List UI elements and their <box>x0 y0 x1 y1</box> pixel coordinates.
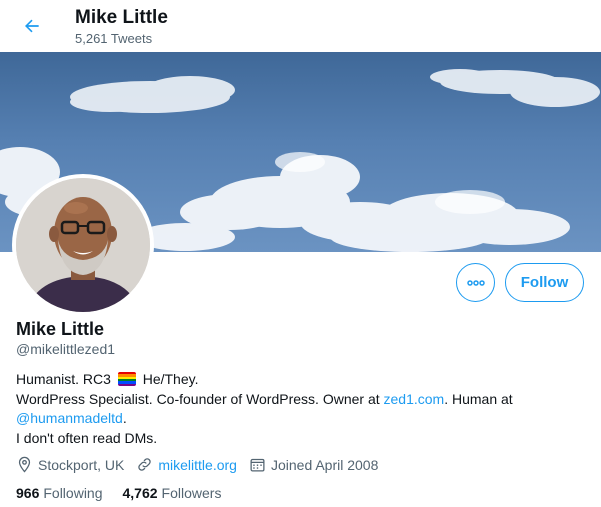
bio-text: . <box>122 410 127 426</box>
join-date: Joined April 2008 <box>249 456 378 473</box>
followers-count: 4,762 <box>122 485 158 501</box>
bio-line-4: I don't often read DMs. <box>16 429 158 446</box>
bio-line-3: @humanmadeltd. <box>16 409 586 429</box>
followers-label: Followers <box>161 485 222 501</box>
follow-button[interactable]: Follow <box>505 263 584 302</box>
arrow-left-icon <box>25 19 39 33</box>
location: Stockport, UK <box>16 456 124 473</box>
header-title: Mike Little <box>75 7 168 28</box>
more-options-button[interactable] <box>456 263 495 302</box>
display-name: Mike Little <box>16 319 105 339</box>
following-count: 966 <box>16 485 40 501</box>
more-dots-icon <box>466 279 485 286</box>
following-label: Following <box>43 485 103 501</box>
tweet-count: 5,261 Tweets <box>75 31 153 46</box>
location-pin-icon <box>18 456 31 473</box>
following-link[interactable]: 966 Following <box>16 485 103 501</box>
bio-line-1: Humanist. RC3 He/They. <box>16 370 586 390</box>
website-link[interactable]: mikelittle.org <box>158 457 237 473</box>
back-button[interactable] <box>16 10 48 42</box>
rainbow-flag-icon <box>117 372 136 386</box>
profile-header: Mike Little 5,261 Tweets <box>0 0 601 52</box>
website[interactable]: mikelittle.org <box>136 456 237 473</box>
profile-bio: Humanist. RC3 He/They. WordPress Special… <box>16 370 586 448</box>
join-date-text: Joined April 2008 <box>270 456 379 473</box>
followers-link[interactable]: 4,762 Followers <box>123 485 222 501</box>
follow-stats: 966 Following 4,762 Followers <box>16 485 241 501</box>
profile-meta: Stockport, UK mikelittle.org Joined Apri… <box>16 456 390 473</box>
avatar-image <box>16 178 150 312</box>
bio-text: He/They. <box>142 371 199 387</box>
bio-text: Humanist. RC3 <box>16 371 111 387</box>
bio-mention-humanmadeltd[interactable]: @humanmadeltd <box>16 410 123 426</box>
avatar[interactable] <box>12 174 154 316</box>
link-icon <box>138 458 152 471</box>
calendar-icon <box>250 458 265 472</box>
bio-line-2: WordPress Specialist. Co-founder of Word… <box>16 390 586 410</box>
user-handle: @mikelittlezed1 <box>16 341 116 357</box>
bio-text: WordPress Specialist. Co-founder of Word… <box>16 390 380 407</box>
bio-link-zed1[interactable]: zed1.com <box>384 391 445 407</box>
bio-text: . Human at <box>444 390 513 407</box>
location-text: Stockport, UK <box>38 456 125 473</box>
